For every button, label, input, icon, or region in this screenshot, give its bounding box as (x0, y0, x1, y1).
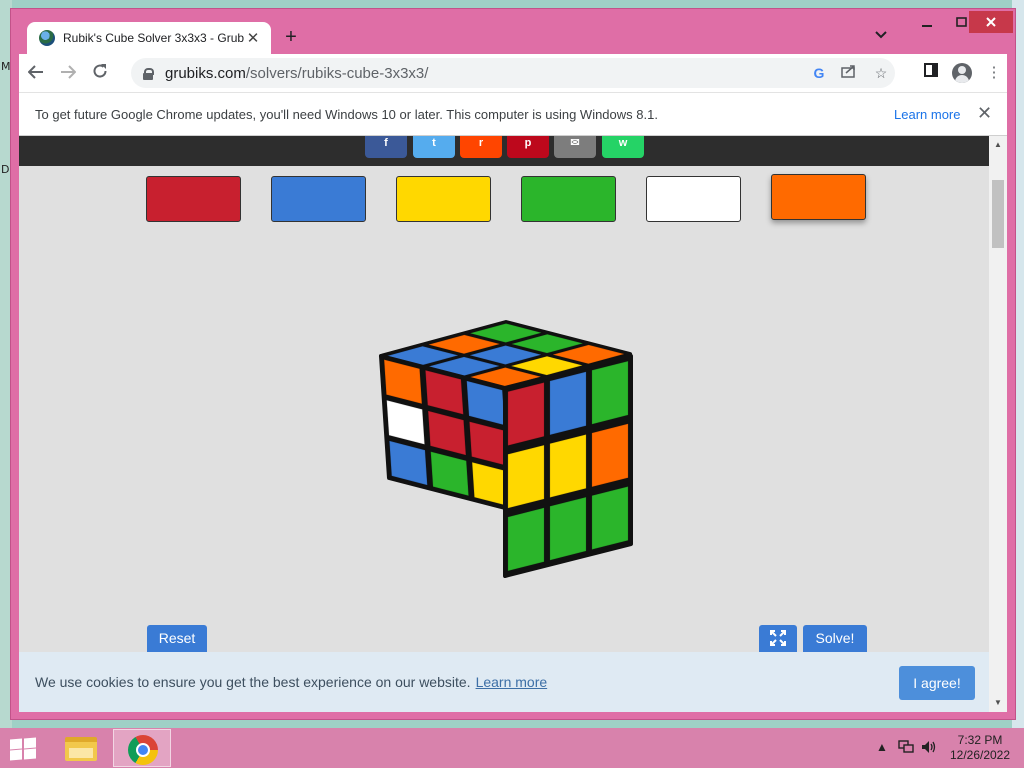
tab-strip: Rubik's Cube Solver 3x3x3 - Grub ✕ + (11, 9, 1015, 54)
cookie-learn-more-link[interactable]: Learn more (476, 674, 548, 690)
side-panel-icon[interactable] (920, 62, 942, 84)
cookie-message: We use cookies to ensure you get the bes… (35, 674, 471, 690)
google-icon[interactable]: G (809, 63, 829, 83)
windows-start-icon[interactable] (10, 737, 38, 761)
more-icon[interactable]: ⋮ (983, 62, 1005, 84)
file-explorer-taskbar-button[interactable] (52, 729, 110, 767)
share-icon[interactable] (839, 63, 859, 83)
url-text: grubiks.com/solvers/rubiks-cube-3x3x3/ (165, 64, 429, 82)
clock-date: 12/26/2022 (949, 748, 1011, 762)
twitter-share-icon[interactable]: t (413, 136, 455, 158)
scroll-down-arrow-icon[interactable]: ▼ (993, 698, 1003, 707)
facebook-share-icon[interactable]: f (365, 136, 407, 158)
email-share-icon[interactable]: ✉ (554, 136, 596, 158)
star-icon[interactable]: ☆ (871, 63, 891, 83)
color-swatch-white[interactable] (646, 176, 741, 222)
tab-search-chevron-icon[interactable] (875, 27, 887, 42)
reset-button[interactable]: Reset (147, 625, 207, 652)
back-icon[interactable] (21, 58, 51, 88)
color-swatch-green[interactable] (521, 176, 616, 222)
reddit-share-icon[interactable]: r (460, 136, 502, 158)
cube-sticker-right-0-2[interactable] (591, 360, 629, 425)
scroll-up-arrow-icon[interactable]: ▲ (993, 140, 1003, 149)
cube-sticker-right-1-0[interactable] (507, 444, 545, 509)
browser-toolbar: grubiks.com/solvers/rubiks-cube-3x3x3/ G… (19, 54, 1007, 92)
clock-time: 7:32 PM (957, 733, 1003, 747)
lock-icon[interactable] (143, 67, 154, 80)
cube-sticker-right-2-0[interactable] (507, 507, 545, 572)
forward-icon[interactable] (53, 58, 83, 88)
color-swatch-red[interactable] (146, 176, 241, 222)
solve-button[interactable]: Solve! (803, 625, 867, 652)
close-window-icon[interactable] (969, 11, 1013, 33)
scroll-thumb[interactable] (992, 180, 1004, 248)
cube-sticker-right-0-1[interactable] (549, 371, 587, 436)
cube-sticker-right-0-0[interactable] (507, 381, 545, 447)
browser-window: Rubik's Cube Solver 3x3x3 - Grub ✕ + gru… (10, 8, 1016, 720)
tab-close-icon[interactable]: ✕ (245, 29, 261, 47)
profile-icon[interactable] (952, 63, 972, 83)
cookie-agree-button[interactable]: I agree! (899, 666, 975, 700)
page-viewport: f t r p ✉ w Reset Solve! We use cookies … (19, 136, 989, 712)
cube-sticker-right-2-1[interactable] (549, 496, 587, 561)
fullscreen-button[interactable] (759, 625, 797, 652)
chrome-icon (128, 735, 158, 765)
color-swatch-yellow[interactable] (396, 176, 491, 222)
fullscreen-icon (770, 630, 786, 646)
color-swatch-orange[interactable] (771, 174, 866, 220)
whatsapp-share-icon[interactable]: w (602, 136, 644, 158)
tab-title: Rubik's Cube Solver 3x3x3 - Grub (63, 31, 245, 45)
new-tab-button[interactable]: + (279, 25, 303, 49)
chrome-taskbar-button[interactable] (113, 729, 171, 767)
update-infobar: To get future Google Chrome updates, you… (19, 92, 1007, 136)
cube-sticker-right-2-2[interactable] (591, 485, 629, 551)
network-icon[interactable] (898, 740, 914, 757)
cookie-banner: We use cookies to ensure you get the bes… (19, 652, 989, 712)
share-bar: f t r p ✉ w (19, 136, 989, 166)
globe-favicon-icon (39, 30, 55, 46)
reload-icon[interactable] (85, 58, 115, 88)
tab-active[interactable]: Rubik's Cube Solver 3x3x3 - Grub ✕ (27, 22, 271, 54)
pinterest-share-icon[interactable]: p (507, 136, 549, 158)
volume-icon[interactable] (921, 740, 937, 757)
system-clock[interactable]: 7:32 PM 12/26/2022 (948, 733, 1012, 763)
cube-sticker-right-1-2[interactable] (591, 423, 629, 488)
folder-icon (65, 737, 97, 761)
desktop-icon-label: D (1, 163, 10, 176)
cube-sticker-right-1-1[interactable] (549, 433, 587, 499)
infobar-close-icon[interactable]: ✕ (977, 103, 992, 124)
windows-taskbar: ▲ 7:32 PM 12/26/2022 (0, 728, 1024, 768)
color-swatch-blue[interactable] (271, 176, 366, 222)
infobar-learn-more-link[interactable]: Learn more (894, 107, 960, 122)
minimize-icon[interactable] (910, 11, 944, 33)
address-bar[interactable]: grubiks.com/solvers/rubiks-cube-3x3x3/ G… (131, 58, 895, 88)
show-hidden-icons-icon[interactable]: ▲ (876, 740, 888, 754)
page-scrollbar[interactable]: ▲ ▼ (989, 136, 1007, 712)
infobar-message: To get future Google Chrome updates, you… (35, 106, 658, 122)
